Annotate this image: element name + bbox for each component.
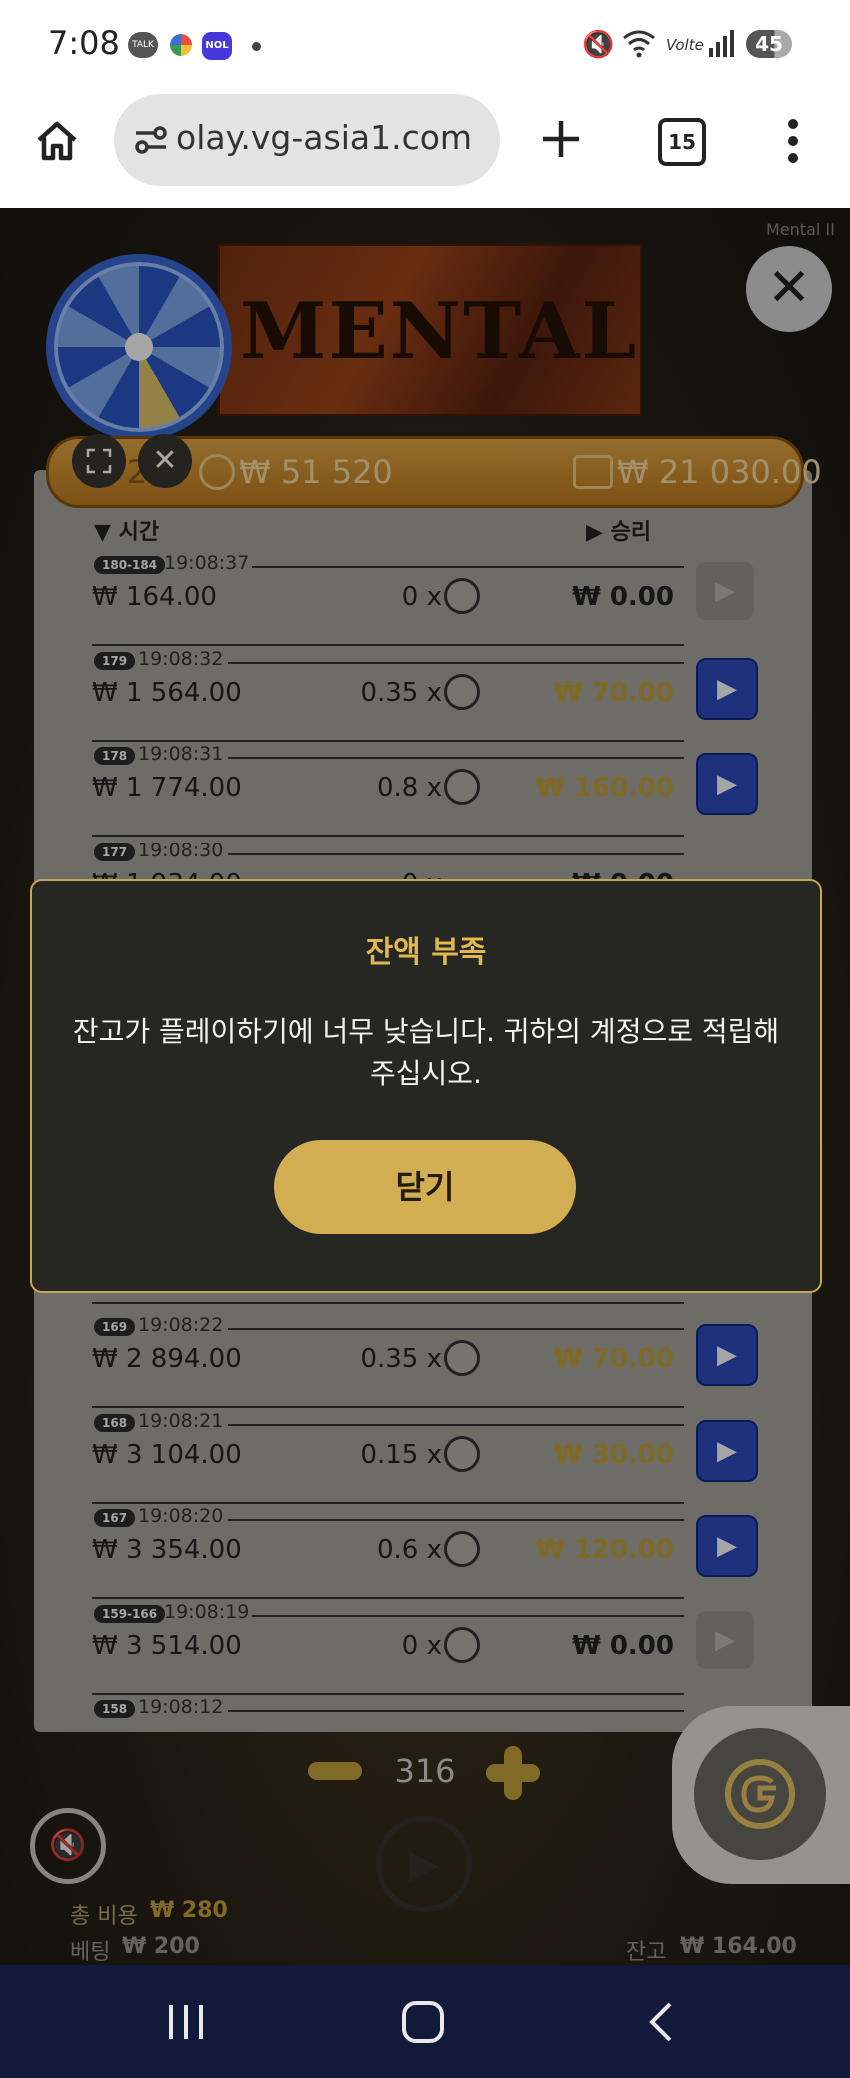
- home-icon[interactable]: [34, 118, 80, 164]
- nol-icon: NOL: [202, 32, 232, 60]
- wifi-icon: [622, 28, 656, 58]
- insufficient-balance-dialog: 잔액 부족 잔고가 플레이하기에 너무 낮습니다. 귀하의 계정으로 적립해 주…: [30, 879, 822, 1293]
- status-bar: 7:08 TALK NOL 🔇 Volte 45: [0, 0, 850, 90]
- new-tab-icon[interactable]: [540, 118, 582, 160]
- more-menu-icon[interactable]: [786, 118, 800, 164]
- home-nav-icon[interactable]: [402, 2001, 444, 2043]
- notification-dot-icon: [252, 42, 261, 51]
- url-text[interactable]: olay.vg-asia1.com: [176, 118, 472, 157]
- recent-apps-icon[interactable]: [166, 2003, 206, 2041]
- mute-icon: 🔇: [582, 30, 615, 60]
- tab-switcher-button[interactable]: 15: [658, 118, 706, 166]
- site-settings-icon[interactable]: [134, 124, 168, 156]
- system-nav-bar: [0, 1965, 850, 2078]
- battery-icon: 45: [746, 30, 792, 58]
- volte-icon: Volte: [666, 36, 704, 54]
- app-dots-icon: [170, 34, 192, 56]
- signal-icon: [708, 28, 736, 58]
- address-bar[interactable]: olay.vg-asia1.com: [114, 94, 500, 186]
- status-time: 7:08: [48, 24, 120, 62]
- close-dialog-button[interactable]: 닫기: [274, 1140, 576, 1234]
- dialog-message: 잔고가 플레이하기에 너무 낮습니다. 귀하의 계정으로 적립해 주십시오.: [72, 1015, 780, 1090]
- dialog-title: 잔액 부족: [365, 935, 487, 970]
- back-icon[interactable]: [646, 2001, 676, 2043]
- talk-icon: TALK: [128, 32, 158, 58]
